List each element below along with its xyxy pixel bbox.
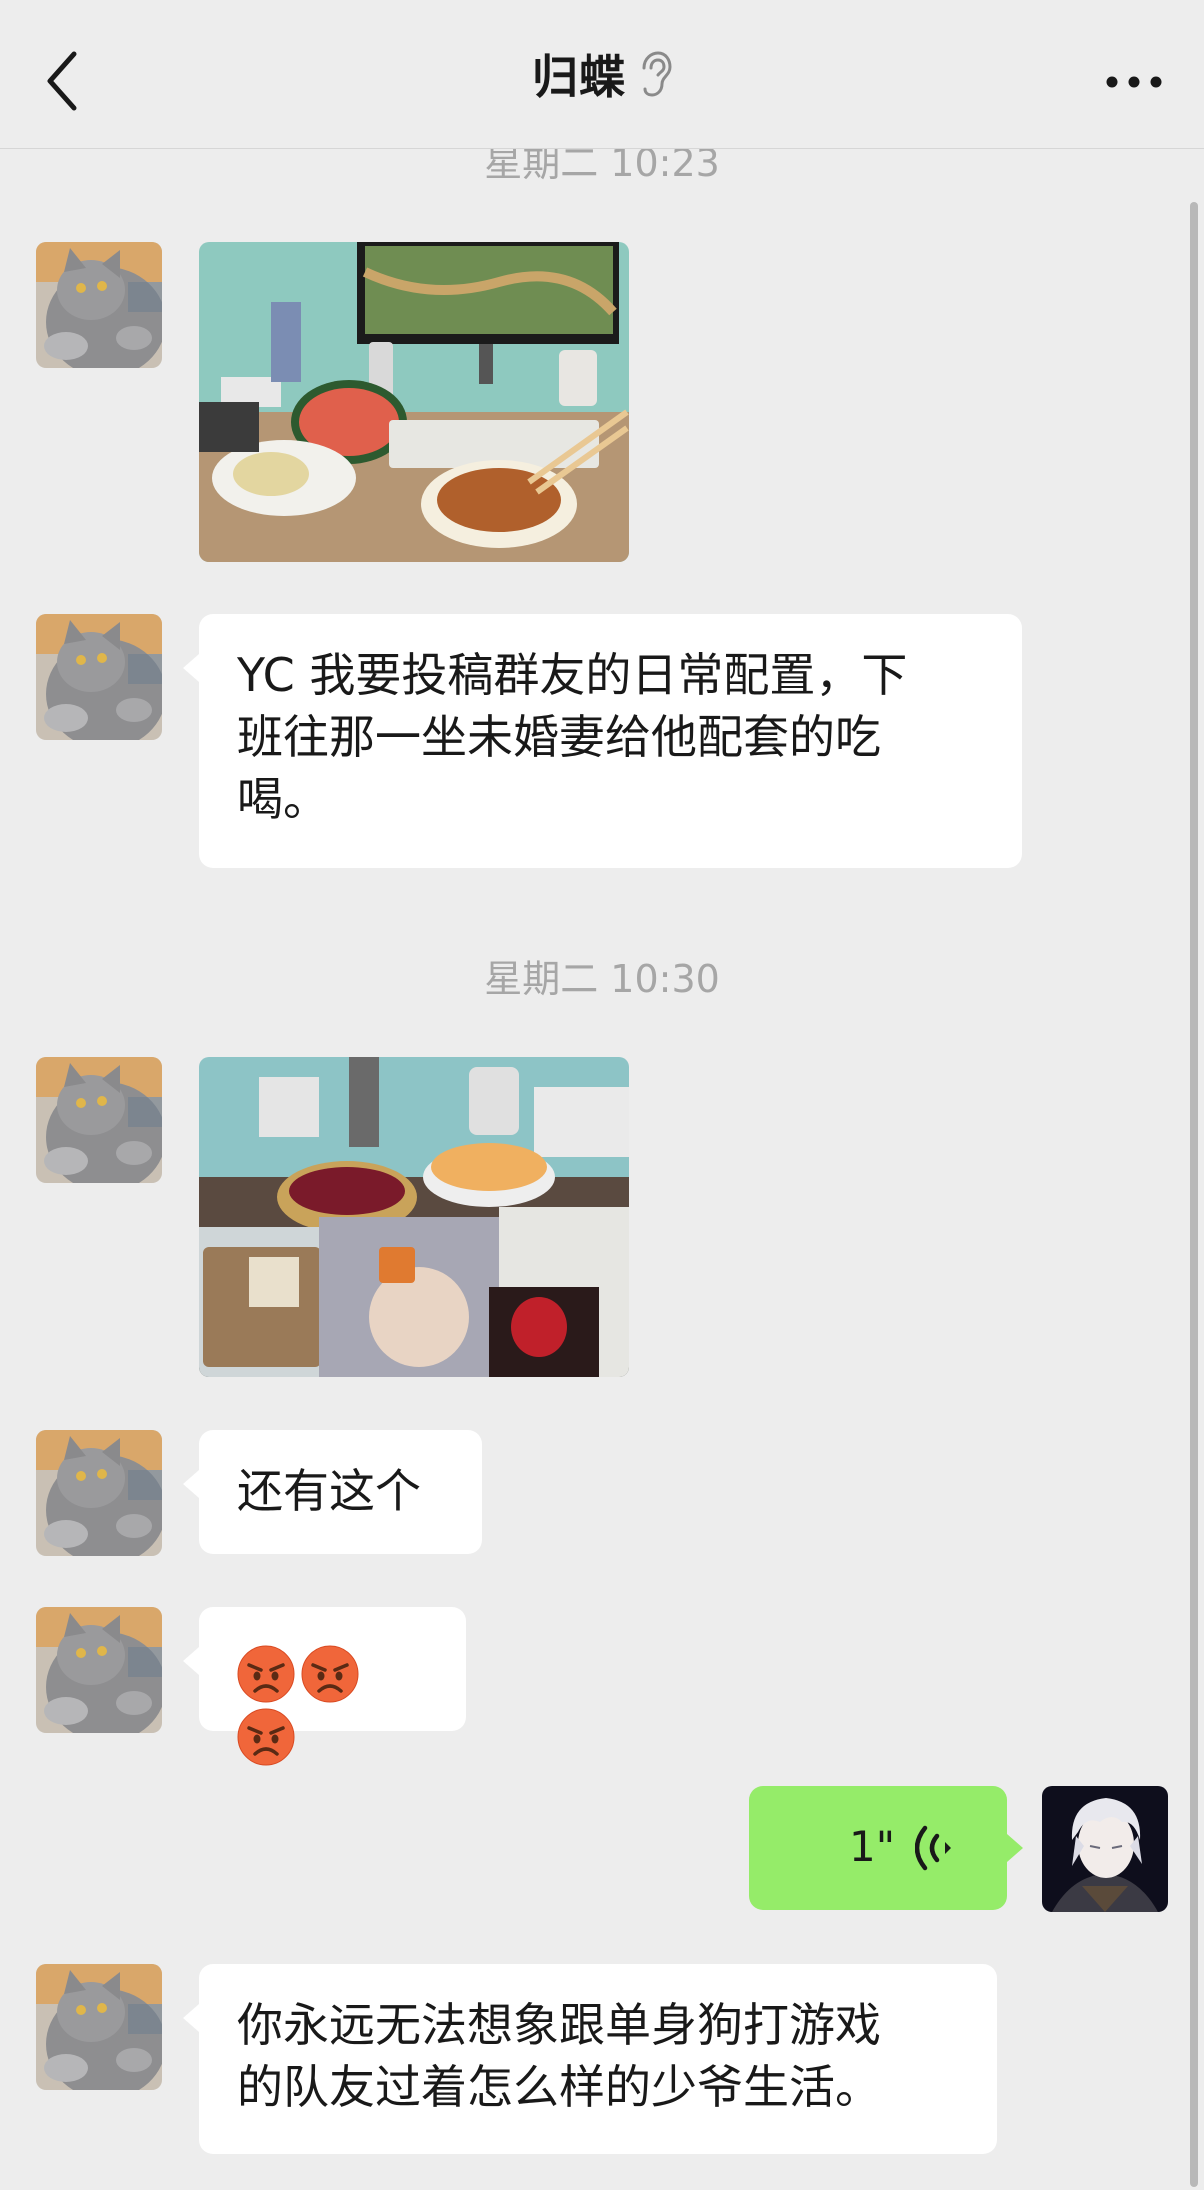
angry-face-icon <box>237 1644 295 1703</box>
voice-duration: 1" <box>849 1822 896 1871</box>
ear-icon <box>642 51 672 97</box>
text-message[interactable]: 你永远无法想象跟单身狗打游戏 的队友过着怎么样的少爷生活。 <box>183 1964 997 2154</box>
chat-title: 归蝶 <box>532 50 626 104</box>
angry-face-icon <box>301 1644 359 1703</box>
voice-wave-icon <box>915 1825 951 1871</box>
desk-photo-1 <box>199 242 629 562</box>
contact-avatar[interactable] <box>36 1964 162 2090</box>
contact-avatar[interactable] <box>36 1057 162 1183</box>
desk-photo-2 <box>199 1057 629 1377</box>
message-line: 的队友过着怎么样的少爷生活。 <box>237 2060 881 2114</box>
image-message[interactable] <box>199 1057 629 1377</box>
message-line: 你永远无法想象跟单身狗打游戏 <box>237 1998 881 2052</box>
contact-avatar[interactable] <box>36 1607 162 1733</box>
message-line: YC 我要投稿群友的日常配置，下 <box>237 648 908 702</box>
my-avatar[interactable] <box>1042 1786 1168 1912</box>
anime-avatar <box>1042 1786 1168 1912</box>
message-line: 班往那一坐未婚妻给他配套的吃 <box>237 710 881 764</box>
emoji-message[interactable] <box>183 1607 466 1766</box>
back-icon <box>47 51 77 111</box>
message-line: 还有这个 <box>237 1464 421 1518</box>
message-line: 喝。 <box>237 772 329 826</box>
contact-avatar[interactable] <box>36 614 162 740</box>
back-button[interactable] <box>40 46 90 116</box>
more-icon <box>1106 76 1162 88</box>
voice-message[interactable]: 1" <box>749 1786 1023 1910</box>
text-message[interactable]: 还有这个 <box>183 1430 482 1554</box>
title-container: 归蝶 <box>0 0 1204 148</box>
contact-avatar[interactable] <box>36 242 162 368</box>
scrollbar[interactable] <box>1190 202 1198 2187</box>
more-options-button[interactable] <box>1104 62 1164 102</box>
text-message[interactable]: YC 我要投稿群友的日常配置，下 班往那一坐未婚妻给他配套的吃 喝。 <box>183 614 1022 868</box>
nav-bar: 归蝶 <box>0 0 1204 149</box>
image-message[interactable] <box>199 242 629 562</box>
timestamp: 星期二 10:30 <box>484 957 720 1001</box>
contact-avatar[interactable] <box>36 1430 162 1556</box>
angry-face-icon <box>237 1708 295 1766</box>
